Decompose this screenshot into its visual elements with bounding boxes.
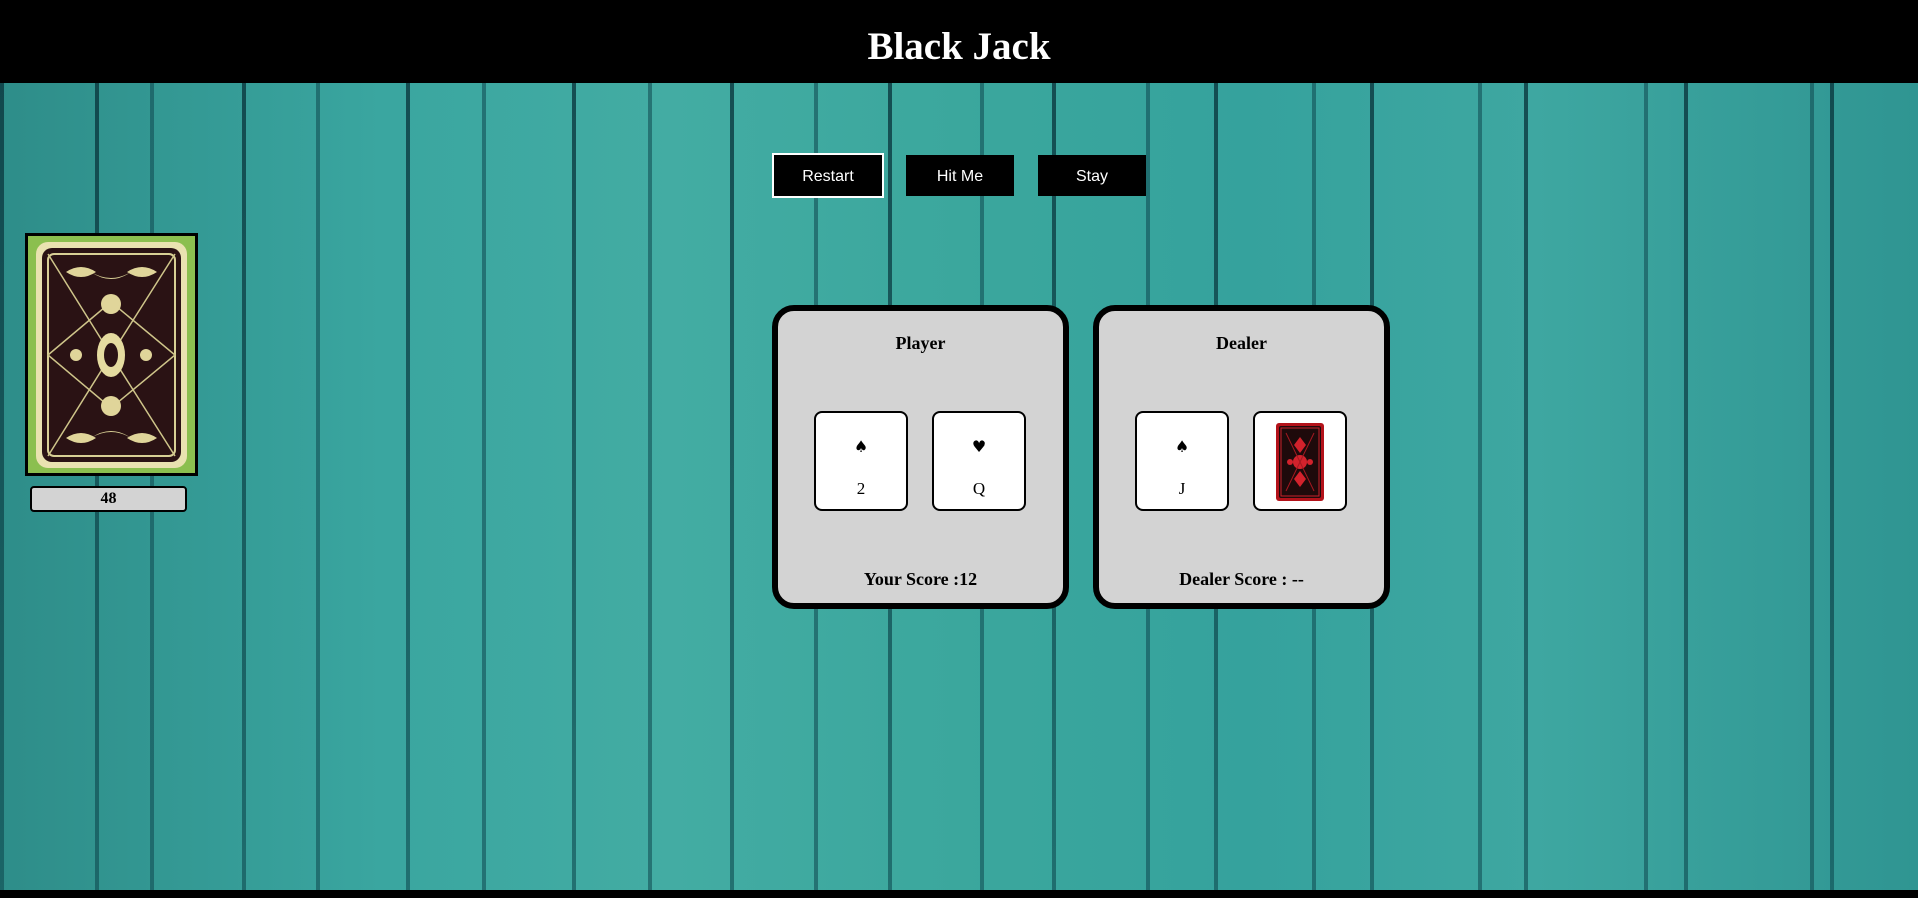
plank-divider (730, 83, 734, 890)
player-card: ♥ Q (932, 411, 1026, 511)
card-rank: J (1178, 479, 1186, 498)
player-score: Your Score :12 (863, 569, 978, 589)
spade-icon: ♠ (853, 437, 869, 456)
dealer-score: Dealer Score : -- (1179, 569, 1304, 589)
dealer-card: ♠ J (1135, 411, 1229, 511)
deck-pile (25, 233, 198, 476)
plank-divider (242, 83, 246, 890)
plank-divider (406, 83, 410, 890)
spade-icon: ♠ (1174, 437, 1190, 456)
plank-divider (572, 83, 576, 890)
stay-button[interactable]: Stay (1038, 155, 1146, 196)
card-back-icon (36, 242, 187, 468)
card-rank: 2 (856, 479, 866, 498)
plank-divider (1830, 83, 1834, 890)
card-back-icon (1276, 423, 1324, 501)
page-header: Black Jack (0, 0, 1918, 83)
dealer-hidden-card (1253, 411, 1347, 511)
player-title: Player (895, 333, 946, 353)
player-card: ♠ 2 (814, 411, 908, 511)
heart-icon: ♥ (971, 437, 987, 456)
restart-button[interactable]: Restart (772, 153, 884, 198)
dealer-title: Dealer (1216, 333, 1267, 353)
footer-bar (0, 890, 1918, 898)
hit-me-button[interactable]: Hit Me (906, 155, 1014, 196)
card-rank: Q (972, 479, 986, 498)
deck-count: 48 (30, 486, 187, 512)
plank-divider (1684, 83, 1688, 890)
player-panel: Player ♠ 2 ♥ Q Your Score :12 (772, 305, 1069, 609)
plank-divider (1524, 83, 1528, 890)
plank-divider (0, 83, 4, 890)
page-title: Black Jack (867, 25, 1051, 68)
dealer-panel: Dealer ♠ J Dealer Score : -- (1093, 305, 1390, 609)
